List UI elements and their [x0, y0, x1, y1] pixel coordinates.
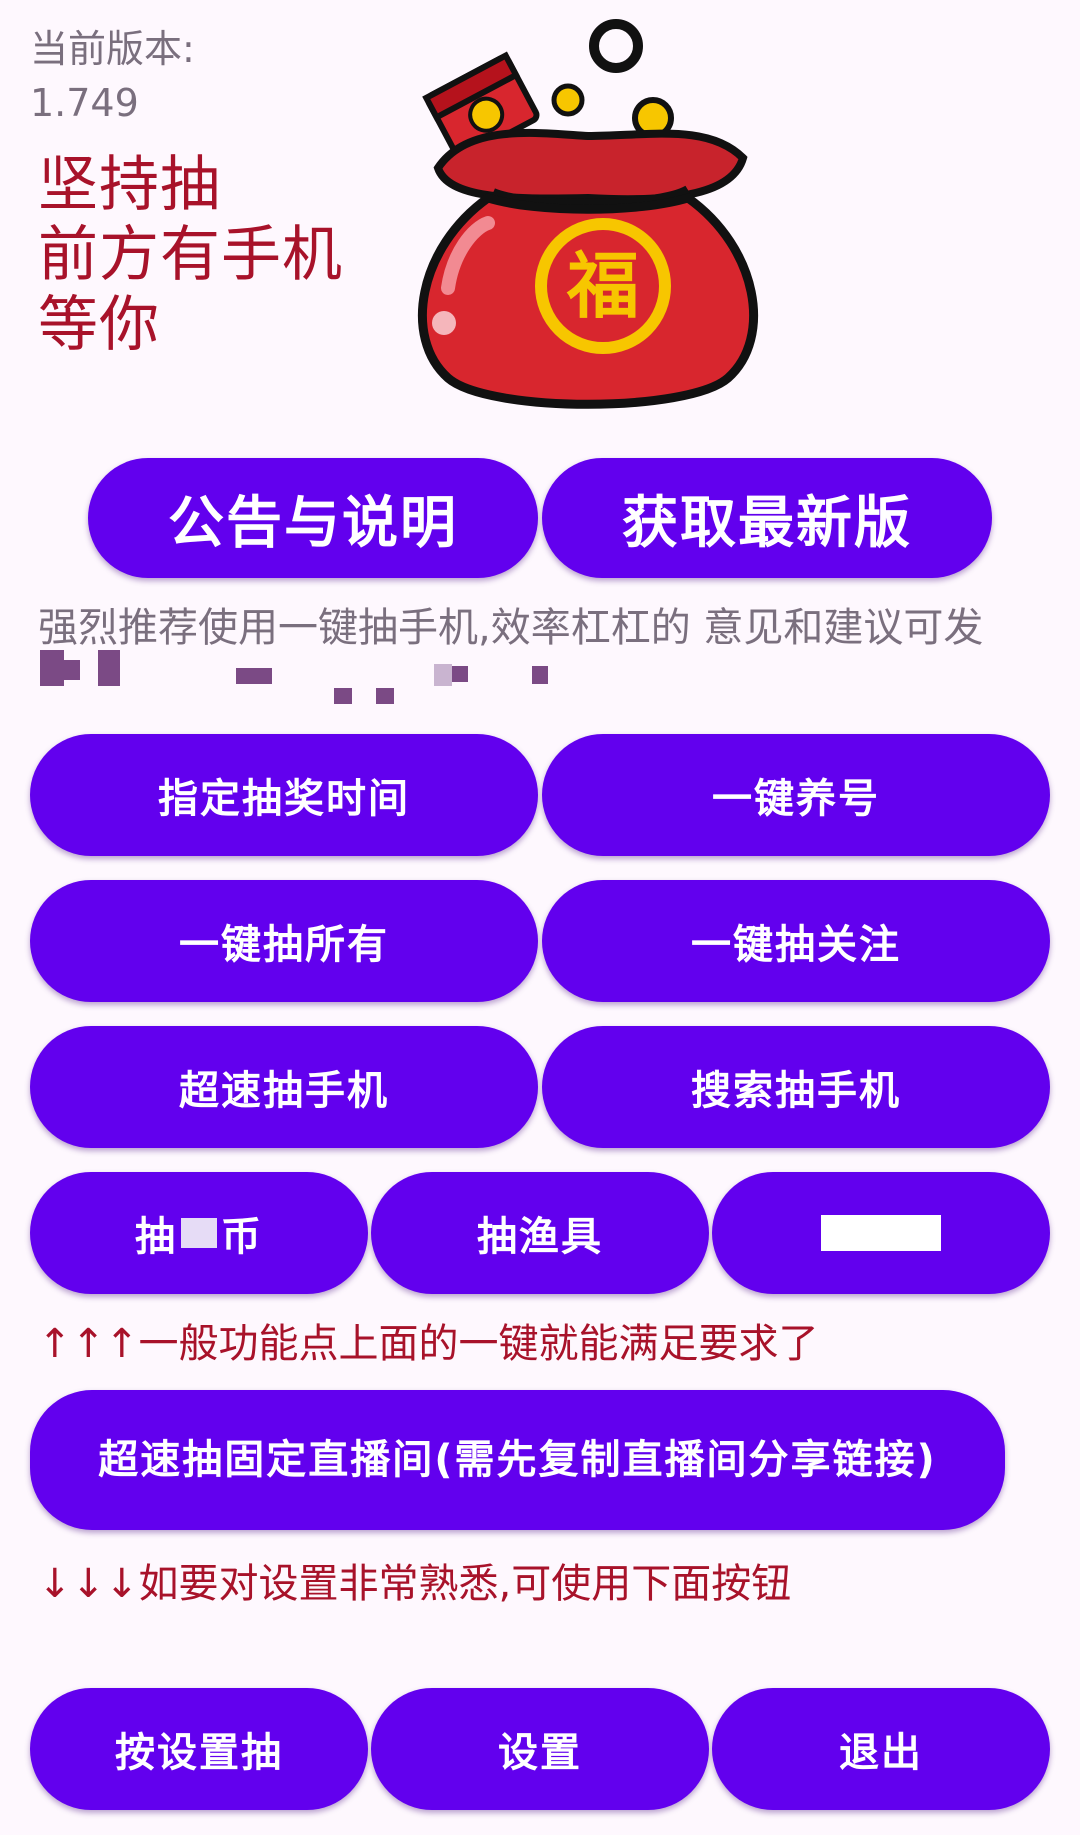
fixed-live-room-button[interactable]: 超速抽固定直播间(需先复制直播间分享链接)	[30, 1390, 1005, 1530]
hint-down-text: ↓↓↓如要对设置非常熟悉,可使用下面按钮	[38, 1561, 792, 1607]
announcement-label: 公告与说明	[168, 490, 458, 556]
exit-button[interactable]: 退出	[712, 1688, 1050, 1810]
nurture-account-label: 一键养号	[712, 776, 880, 822]
masked-text	[181, 1218, 217, 1248]
masked-label	[821, 1215, 941, 1251]
draw-fishing-gear-label: 抽渔具	[477, 1214, 603, 1260]
schedule-draw-time-button[interactable]: 指定抽奖时间	[30, 734, 538, 856]
draw-all-label: 一键抽所有	[179, 922, 389, 968]
exit-label: 退出	[839, 1730, 923, 1776]
draw-by-settings-button[interactable]: 按设置抽	[30, 1688, 368, 1810]
announcement-button[interactable]: 公告与说明	[88, 458, 538, 578]
draw-fishing-gear-button[interactable]: 抽渔具	[371, 1172, 709, 1294]
draw-all-button[interactable]: 一键抽所有	[30, 880, 538, 1002]
search-phone-label: 搜索抽手机	[691, 1068, 901, 1114]
draw-followed-button[interactable]: 一键抽关注	[542, 880, 1050, 1002]
schedule-draw-time-label: 指定抽奖时间	[158, 776, 410, 822]
fixed-live-room-label: 超速抽固定直播间(需先复制直播间分享链接)	[98, 1437, 937, 1483]
masked-button[interactable]	[712, 1172, 1050, 1294]
get-latest-version-button[interactable]: 获取最新版	[542, 458, 992, 578]
super-fast-phone-button[interactable]: 超速抽手机	[30, 1026, 538, 1148]
search-phone-button[interactable]: 搜索抽手机	[542, 1026, 1050, 1148]
draw-coin-label-prefix: 抽	[135, 1214, 177, 1260]
draw-coin-label-suffix: 币	[221, 1214, 263, 1260]
version-label: 当前版本: 1.749	[30, 27, 195, 125]
settings-label: 设置	[498, 1730, 582, 1776]
nurture-account-button[interactable]: 一键养号	[542, 734, 1050, 856]
hint-up-text: ↑↑↑一般功能点上面的一键就能满足要求了	[38, 1321, 819, 1367]
fortune-bag-icon: 福	[417, 19, 759, 409]
slogan-text: 坚持抽 前方有手机 等你	[38, 150, 343, 360]
settings-button[interactable]: 设置	[371, 1688, 709, 1810]
recommend-text: 强烈推荐使用一键抽手机,效率杠杠的 意见和建议可发	[38, 605, 984, 651]
fortune-character: 福	[566, 244, 639, 328]
draw-coin-button[interactable]: 抽 币	[30, 1172, 368, 1294]
get-latest-label: 获取最新版	[622, 490, 912, 556]
super-fast-phone-label: 超速抽手机	[179, 1068, 389, 1114]
draw-followed-label: 一键抽关注	[691, 922, 901, 968]
draw-by-settings-label: 按设置抽	[115, 1730, 283, 1776]
